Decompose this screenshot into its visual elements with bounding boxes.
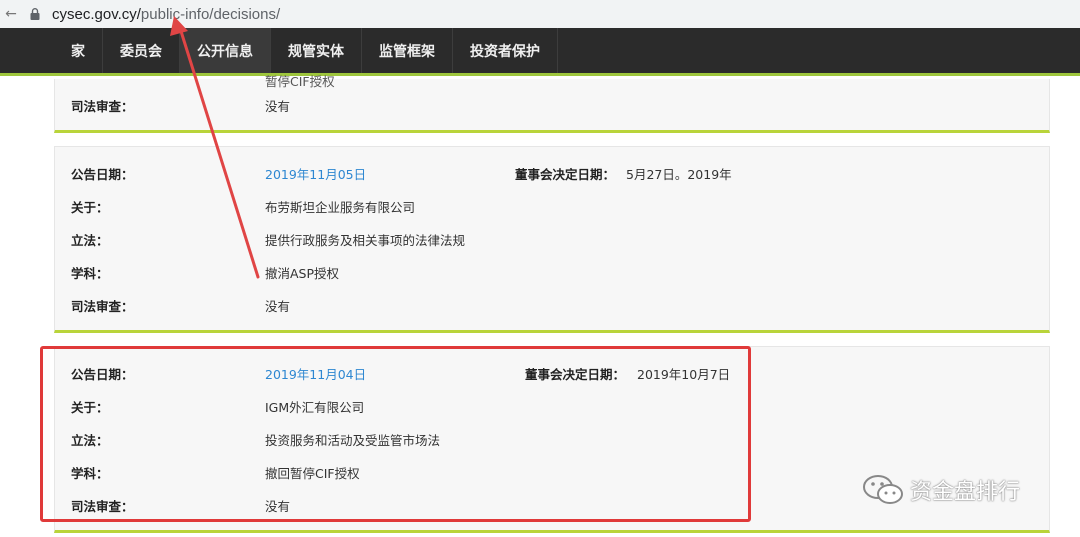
board-date-value: 2019年10月7日	[637, 366, 731, 382]
judicial-value: 没有	[265, 298, 291, 314]
about-value: 布劳斯坦企业服务有限公司	[265, 199, 416, 215]
nav-item-commission[interactable]: 委员会	[103, 28, 180, 73]
nav-item-regulated-entities[interactable]: 规管实体	[271, 28, 362, 73]
announce-date-link[interactable]: 2019年11月05日	[265, 164, 366, 183]
law-value: 投资服务和活动及受监管市场法	[265, 432, 441, 448]
board-date-label: 董事会决定日期：	[515, 166, 616, 182]
page: ← cysec.gov.cy/public-info/decisions/ 家 …	[0, 0, 1080, 537]
subject-value: 撤回暂停CIF授权	[265, 465, 360, 481]
watermark-text: 资金盘排行	[910, 480, 1021, 505]
main-navigation: 家 委员会 公开信息 规管实体 监管框架 投资者保护	[0, 28, 1080, 76]
url-text[interactable]: cysec.gov.cy/public-info/decisions/	[52, 6, 280, 23]
about-label: 关于：	[71, 199, 109, 215]
judicial-label: 司法审查：	[71, 98, 134, 114]
wechat-icon	[863, 475, 903, 504]
subject-label: 学科：	[71, 465, 109, 481]
law-value: 提供行政服务及相关事项的法律法规	[265, 232, 466, 248]
url-path: public-info/decisions/	[140, 5, 281, 23]
announce-date-link[interactable]: 2019年11月04日	[265, 364, 366, 383]
partial-subject-value: 暂停CIF授权	[265, 74, 335, 89]
nav-item-public-info[interactable]: 公开信息	[180, 28, 271, 73]
url-host: cysec.gov.cy/	[52, 5, 141, 23]
browser-address-bar[interactable]: ← cysec.gov.cy/public-info/decisions/	[0, 0, 1080, 28]
judicial-label: 司法审查：	[71, 298, 134, 314]
law-label: 立法：	[71, 432, 109, 448]
judicial-value: 没有	[265, 498, 291, 514]
decision-card: 暂停CIF授权 司法审查： 没有	[54, 74, 1050, 133]
decisions-list: 暂停CIF授权 司法审查： 没有 公告日期： 2019年11月05日 董事会决定…	[54, 74, 1050, 533]
announce-row: 公告日期： 2019年11月05日 董事会决定日期： 5月27日。2019年	[55, 163, 1049, 183]
board-date-value: 5月27日。2019年	[626, 166, 732, 182]
law-label: 立法：	[71, 232, 109, 248]
decision-card: 公告日期： 2019年11月05日 董事会决定日期： 5月27日。2019年 关…	[54, 146, 1050, 333]
watermark: 资金盘排行	[862, 474, 1020, 506]
announce-label: 公告日期：	[71, 166, 134, 182]
nav-item-regulatory-framework[interactable]: 监管框架	[362, 28, 453, 73]
board-date-label: 董事会决定日期：	[525, 366, 626, 382]
about-label: 关于：	[71, 399, 109, 415]
announce-label: 公告日期：	[71, 366, 134, 382]
nav-item-home[interactable]: 家	[54, 28, 103, 73]
judicial-label: 司法审查：	[71, 498, 134, 514]
judicial-value: 没有	[265, 98, 291, 114]
subject-value: 撤消ASP授权	[265, 265, 340, 281]
announce-row: 公告日期： 2019年11月04日 董事会决定日期： 2019年10月7日	[55, 363, 1049, 383]
about-value: IGM外汇有限公司	[265, 399, 365, 415]
back-icon[interactable]: ←	[0, 0, 22, 28]
subject-label: 学科：	[71, 265, 109, 281]
nav-item-investor-protection[interactable]: 投资者保护	[453, 28, 558, 73]
lock-icon	[30, 8, 40, 20]
